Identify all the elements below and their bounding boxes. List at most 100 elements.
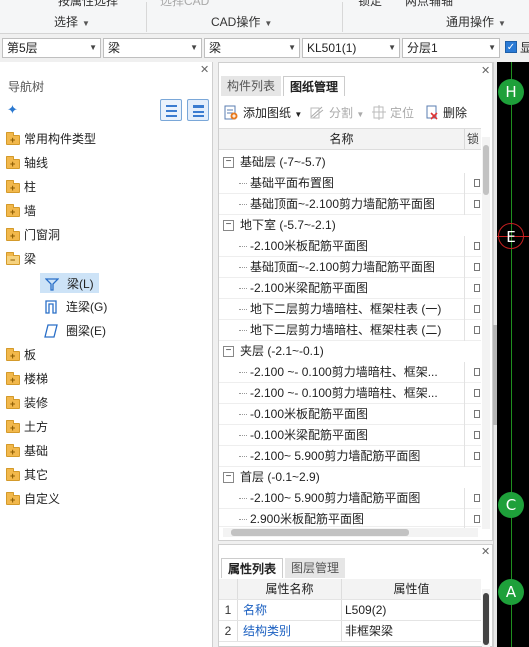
column-name: 名称 [329,132,354,146]
drawing-row[interactable]: -2.100米板配筋平面图 [219,236,481,257]
axis-bubble[interactable]: E [498,223,524,249]
tab-drawing-management[interactable]: 图纸管理 [283,76,346,96]
coupling-beam-icon [45,300,57,314]
lock-icon[interactable] [474,179,480,187]
drawing-group[interactable]: − 夹层 (-2.1~-0.1) [219,341,481,362]
lock-button[interactable]: 锁定 [358,0,382,9]
scrollbar-thumb[interactable] [483,145,489,195]
delete-icon [426,105,438,120]
axis-bubble[interactable]: A [498,579,524,605]
drawing-row[interactable]: -2.100米梁配筋平面图 [219,278,481,299]
lock-icon[interactable] [474,326,480,334]
grid-view-button[interactable] [187,99,209,121]
tab-property-list[interactable]: 属性列表 [221,558,284,578]
lock-icon[interactable] [474,242,480,250]
drawing-toolbar: 添加图纸 ▼ 分割 ▼ 定位 删除 [219,101,494,125]
lock-icon[interactable] [474,305,480,313]
delete-button[interactable]: 删除 [443,104,467,121]
add-drawing-button[interactable]: 添加图纸 ▼ [243,104,302,121]
horizontal-scrollbar[interactable] [223,528,478,537]
ribbon-group-select[interactable]: 选择 ▼ [54,13,90,30]
tree-item-beam-l[interactable]: 梁(L) [40,273,99,293]
select-cad-button[interactable]: 选择CAD [160,0,209,9]
folder-icon: + [6,180,20,193]
component-subtype-select[interactable]: 梁 ▼ [204,38,300,58]
lock-icon[interactable] [474,263,480,271]
locate-icon [372,105,386,120]
lock-icon[interactable] [474,452,480,460]
lock-icon[interactable] [474,494,480,502]
folder-icon: + [6,420,20,433]
tree-item-ring-beam[interactable]: 圈梁(E) [40,321,110,341]
drawing-row[interactable]: -2.100~ 5.900剪力墙配筋平面图 [219,488,481,509]
property-row[interactable]: 1 名称 L509(2) [219,600,481,621]
chevron-down-icon: ▼ [190,43,198,52]
drawing-row[interactable]: 地下二层剪力墙暗柱、框架柱表 (二) [219,320,481,341]
ribbon-separator [342,2,343,32]
properties-header: 属性名称 属性值 [219,579,481,600]
lock-icon[interactable] [474,431,480,439]
drawing-group[interactable]: − 首层 (-0.1~2.9) [219,467,481,488]
lock-icon[interactable] [474,515,480,523]
lock-icon[interactable] [474,200,480,208]
lock-icon[interactable] [474,410,480,418]
ribbon-group-general[interactable]: 通用操作 ▼ [446,13,506,30]
drawing-row[interactable]: -0.100米板配筋平面图 [219,404,481,425]
lock-icon[interactable] [474,368,480,376]
collapse-icon[interactable]: − [223,472,234,483]
drawing-row[interactable]: 2.900米板配筋平面图 [219,509,481,530]
locate-button[interactable]: 定位 [390,104,414,121]
drawing-row[interactable]: 地下二层剪力墙暗柱、框架柱表 (一) [219,299,481,320]
add-drawing-icon [224,105,238,120]
scrollbar-thumb[interactable] [483,593,489,645]
close-icon[interactable]: ✕ [481,545,490,558]
drawing-row[interactable]: -2.100 ~- 0.100剪力墙暗柱、框架... [219,383,481,404]
new-component-icon[interactable]: ✦ [7,102,18,118]
select-by-attr-button[interactable]: 按属性选择 [58,0,118,9]
collapse-icon[interactable]: − [223,157,234,168]
axis-bubble[interactable]: H [498,79,524,105]
tree-item-coupling-beam[interactable]: 连梁(G) [40,297,111,317]
lock-icon[interactable] [474,389,480,397]
collapse-icon[interactable]: − [223,220,234,231]
list-view-button[interactable] [160,99,182,121]
close-icon[interactable]: ✕ [481,64,490,77]
floor-select[interactable]: 第5层 ▼ [2,38,101,58]
collapse-icon[interactable]: − [223,346,234,357]
ring-beam-icon [44,324,58,338]
show-checkbox[interactable]: ✓ [505,41,517,53]
vertical-scrollbar[interactable] [482,137,490,529]
nav-title: 导航树 [8,80,45,94]
drawing-panel: ✕ 构件列表 图纸管理 添加图纸 ▼ 分割 ▼ 定位 删除 名称 锁 − 基础层 … [218,62,493,541]
drawing-group[interactable]: − 地下室 (-5.7~-2.1) [219,215,481,236]
drawing-row[interactable]: 基础平面布置图 [219,173,481,194]
layer-select[interactable]: 分层1 ▼ [402,38,500,58]
column-attr-name: 属性名称 [265,582,314,596]
drawing-row[interactable]: -2.100 ~- 0.100剪力墙暗柱、框架... [219,362,481,383]
component-type-select[interactable]: 梁 ▼ [103,38,202,58]
axis-line [511,62,512,647]
drawing-row[interactable]: -0.100米梁配筋平面图 [219,425,481,446]
vertical-scrollbar[interactable] [482,589,490,647]
scrollbar-thumb[interactable] [231,529,409,536]
chevron-down-icon: ▼ [288,43,296,52]
drawing-row[interactable]: 基础顶面~-2.100剪力墙配筋平面图 [219,194,481,215]
drawing-row[interactable]: 基础顶面~-2.100剪力墙配筋平面图 [219,257,481,278]
tab-layer-management[interactable]: 图层管理 [285,558,346,578]
property-row[interactable]: 2 结构类别 非框架梁 [219,621,481,642]
drawing-group[interactable]: − 基础层 (-7~-5.7) [219,152,481,173]
lock-icon[interactable] [474,284,480,292]
axis-bubble[interactable]: C [498,492,524,518]
split-button[interactable]: 分割 ▼ [329,104,364,121]
folder-icon: + [6,156,20,169]
component-select[interactable]: KL501(1) ▼ [302,38,400,58]
folder-icon: + [6,444,20,457]
drawing-row[interactable]: -2.100~ 5.900剪力墙配筋平面图 [219,446,481,467]
two-point-axis-button[interactable]: 两点辅轴 [405,0,453,9]
ribbon-group-cad[interactable]: CAD操作 ▼ [211,13,272,30]
drawing-canvas[interactable]: H E C A [497,62,529,647]
properties-panel: ✕ 属性列表 图层管理 属性名称 属性值 1 名称 L509(2) 2 结构类别… [218,544,493,647]
tab-component-list[interactable]: 构件列表 [221,76,282,96]
close-icon[interactable]: ✕ [200,63,209,76]
nav-panel: ✕ 导航树 ✦ + 常用构件类型 + 轴线 + 柱 + 墙 + 门窗洞 − 梁 梁(L) 连… [0,62,213,647]
